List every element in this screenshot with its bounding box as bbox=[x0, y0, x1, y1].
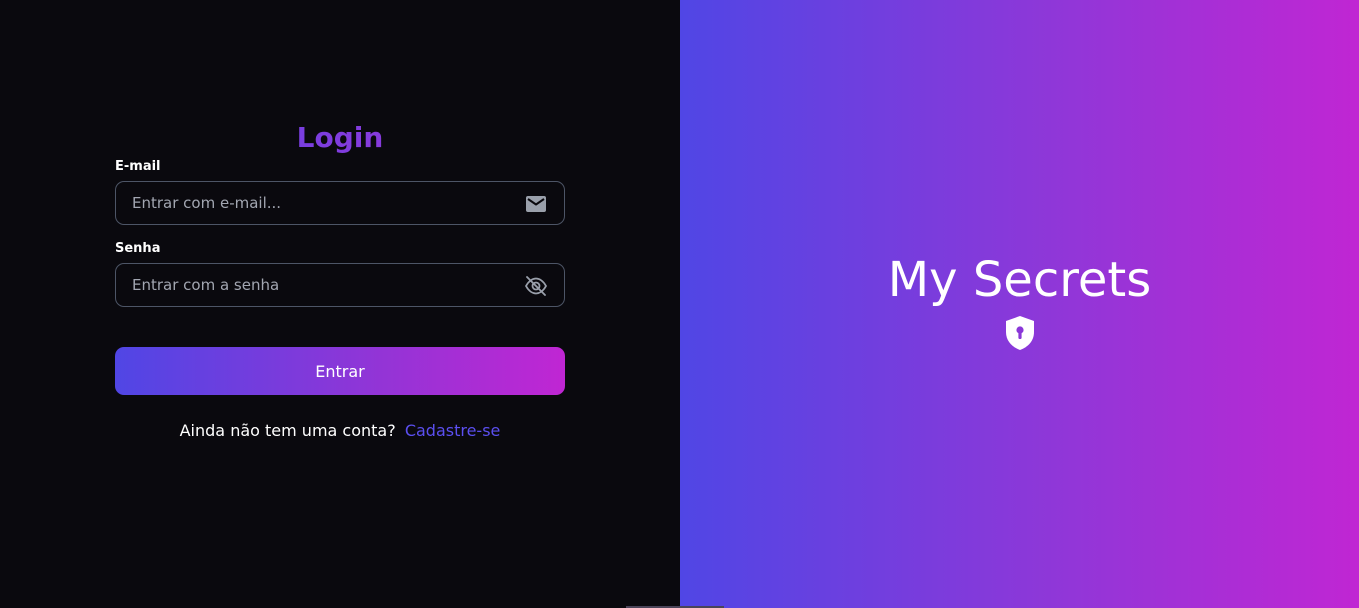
password-input[interactable] bbox=[116, 264, 564, 306]
mail-icon bbox=[524, 192, 548, 216]
email-input[interactable] bbox=[116, 182, 564, 224]
signup-link[interactable]: Cadastre-se bbox=[405, 421, 501, 440]
login-page: Login E-mail Senha bbox=[0, 0, 1359, 608]
eye-slash-icon[interactable] bbox=[524, 274, 548, 298]
email-label: E-mail bbox=[115, 159, 161, 174]
brand-panel: My Secrets bbox=[680, 0, 1359, 608]
shield-keyhole-icon bbox=[1003, 314, 1037, 356]
signup-prompt: Ainda não tem uma conta? bbox=[179, 421, 396, 440]
login-form: Login E-mail Senha bbox=[115, 118, 565, 441]
login-panel: Login E-mail Senha bbox=[0, 0, 680, 608]
signup-row: Ainda não tem uma conta? Cadastre-se bbox=[115, 421, 565, 441]
brand: My Secrets bbox=[680, 250, 1359, 356]
password-field-container bbox=[115, 263, 565, 307]
submit-button[interactable]: Entrar bbox=[115, 347, 565, 395]
password-label: Senha bbox=[115, 241, 161, 256]
login-title: Login bbox=[115, 118, 565, 158]
email-field-container bbox=[115, 181, 565, 225]
brand-title: My Secrets bbox=[887, 252, 1152, 308]
